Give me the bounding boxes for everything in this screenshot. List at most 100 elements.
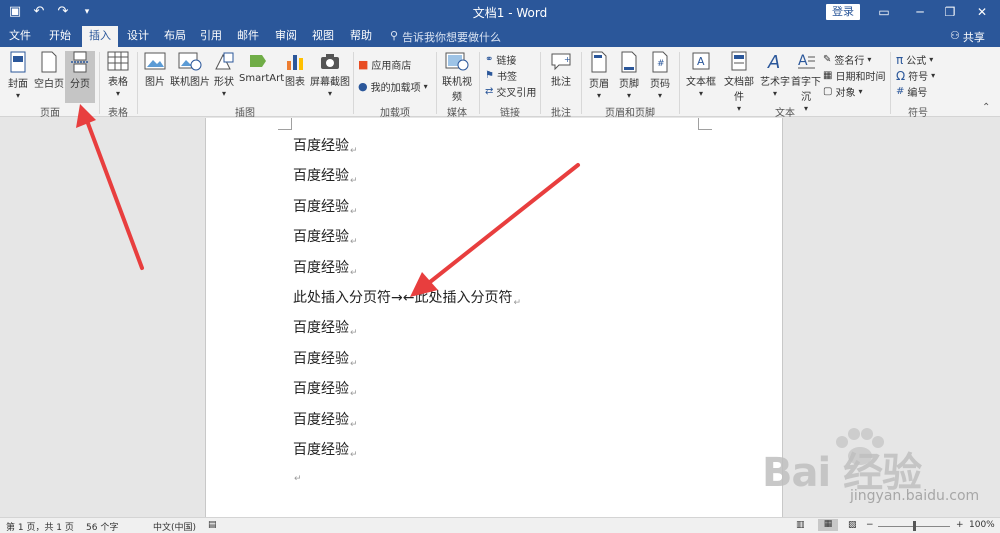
picture-icon	[144, 52, 166, 70]
wordart-button[interactable]: A 艺术字 ▾	[759, 51, 791, 103]
paragraph-mark-icon: ↵	[350, 146, 358, 156]
paragraph[interactable]: 百度经验↵	[293, 440, 358, 460]
document-title: 文档1 - Word	[472, 6, 548, 20]
cover-page-button[interactable]: 封面 ▾	[4, 51, 32, 103]
number-button[interactable]: # 编号	[896, 84, 927, 99]
chart-button[interactable]: 图表	[282, 51, 308, 103]
tab-home[interactable]: 开始	[44, 28, 76, 47]
shapes-button[interactable]: 形状 ▾	[211, 51, 237, 103]
comment-button[interactable]: + 批注	[545, 51, 577, 103]
word-count[interactable]: 56 个字	[86, 520, 118, 533]
group-label-media: 媒体	[447, 108, 467, 119]
group-label-addins: 加载项	[380, 108, 410, 119]
share-button[interactable]: ⚇ 共享	[950, 29, 985, 45]
group-separator	[479, 52, 480, 114]
ribbon-display-options-icon[interactable]: ▭	[874, 2, 894, 22]
zoom-level[interactable]: 100%	[969, 520, 995, 530]
title-bar: ▣ ↶ ↷ ▾ 文档1 - Word 登录 ▭ ─ ❐ ✕	[0, 0, 1000, 24]
online-picture-button[interactable]: 联机图片	[170, 51, 210, 103]
my-addins-button[interactable]: ● 我的加载项 ▾	[358, 79, 428, 94]
online-video-button[interactable]: 联机视频	[439, 51, 475, 103]
group-label-illustrations: 插图	[235, 108, 255, 119]
bookmark-button[interactable]: ⚑ 书签	[485, 68, 517, 83]
screenshot-button[interactable]: 屏幕截图 ▾	[310, 51, 350, 103]
login-button[interactable]: 登录	[826, 4, 860, 20]
tab-layout[interactable]: 布局	[159, 28, 191, 47]
signature-line-button[interactable]: ✎ 签名行 ▾	[823, 52, 871, 67]
picture-button[interactable]: 图片	[141, 51, 169, 103]
undo-icon[interactable]: ↶	[30, 3, 48, 21]
redo-icon[interactable]: ↷	[54, 3, 72, 21]
cross-reference-icon: ⇄	[485, 86, 494, 97]
ribbon-tab-bar: 文件 开始 插入 设计 布局 引用 邮件 审阅 视图 帮助 ⚲ 告诉我你想要做什…	[0, 24, 1000, 47]
tab-design[interactable]: 设计	[122, 28, 154, 47]
textbox-icon: A	[692, 52, 710, 70]
tab-mailings[interactable]: 邮件	[232, 28, 264, 47]
header-button[interactable]: 页眉 ▾	[585, 51, 613, 103]
cross-reference-button[interactable]: ⇄ 交叉引用	[485, 84, 536, 99]
chart-icon	[287, 55, 303, 70]
read-mode-icon[interactable]: ▥	[796, 520, 805, 530]
store-button[interactable]: ■ 应用商店	[358, 57, 411, 72]
paragraph[interactable]: 百度经验↵	[293, 197, 358, 217]
group-separator	[353, 52, 354, 114]
restore-icon[interactable]: ❐	[940, 2, 960, 22]
macro-icon[interactable]: ▤	[208, 520, 217, 530]
footer-button[interactable]: 页脚 ▾	[615, 51, 643, 103]
dropcap-button[interactable]: A 首字下沉 ▾	[791, 51, 821, 113]
group-label-tables: 表格	[108, 108, 128, 119]
page-break-icon	[71, 51, 89, 73]
collapse-ribbon-icon[interactable]: ⌃	[982, 102, 990, 113]
document-page[interactable]: 百度经验↵ 百度经验↵ 百度经验↵ 百度经验↵ 百度经验↵ 此处插入分页符→←此…	[205, 118, 783, 517]
comment-icon: +	[551, 53, 571, 71]
quick-access-toolbar: ▣ ↶ ↷ ▾	[6, 3, 96, 21]
tab-help[interactable]: 帮助	[345, 28, 377, 47]
zoom-in-icon[interactable]: +	[956, 520, 964, 530]
paragraph-page-break-hint[interactable]: 此处插入分页符→←此处插入分页符↵	[293, 288, 521, 308]
quick-parts-button[interactable]: 文档部件 ▾	[720, 51, 758, 113]
customize-qat-icon[interactable]: ▾	[78, 3, 96, 21]
tab-file[interactable]: 文件	[4, 28, 36, 47]
date-time-button[interactable]: ▦ 日期和时间	[823, 68, 885, 83]
tab-insert[interactable]: 插入	[82, 26, 118, 47]
textbox-button[interactable]: A 文本框 ▾	[683, 51, 719, 103]
paragraph-mark-icon: ↵	[350, 450, 358, 460]
empty-paragraph[interactable]: ↵	[293, 464, 302, 484]
paragraph[interactable]: 百度经验↵	[293, 318, 358, 338]
equation-button[interactable]: π 公式 ▾	[896, 52, 933, 68]
tab-review[interactable]: 审阅	[270, 28, 302, 47]
number-icon: #	[896, 86, 905, 97]
paragraph[interactable]: 百度经验↵	[293, 136, 358, 156]
paragraph-mark-icon: ↵	[350, 237, 358, 247]
table-button[interactable]: 表格 ▾	[103, 51, 133, 103]
tab-view[interactable]: 视图	[307, 28, 339, 47]
object-button[interactable]: ▢ 对象 ▾	[823, 84, 862, 99]
paragraph[interactable]: 百度经验↵	[293, 258, 358, 278]
zoom-slider-thumb[interactable]	[913, 521, 916, 531]
page-break-button[interactable]: 分页	[65, 51, 95, 103]
paragraph[interactable]: 百度经验↵	[293, 349, 358, 369]
save-icon[interactable]: ▣	[6, 3, 24, 21]
blank-page-button[interactable]: 空白页	[34, 51, 64, 103]
symbol-button[interactable]: Ω 符号 ▾	[896, 68, 935, 84]
language-indicator[interactable]: 中文(中国)	[153, 520, 196, 533]
print-layout-icon[interactable]: ▦	[818, 519, 838, 531]
minimize-icon[interactable]: ─	[910, 2, 930, 22]
tell-me-search[interactable]: ⚲ 告诉我你想要做什么	[390, 29, 501, 45]
svg-text:A: A	[697, 55, 705, 68]
shapes-icon	[215, 52, 234, 70]
cover-page-icon	[10, 51, 26, 73]
page-count[interactable]: 第 1 页，共 1 页	[6, 520, 74, 533]
tab-references[interactable]: 引用	[195, 28, 227, 47]
web-layout-icon[interactable]: ▧	[848, 520, 857, 530]
zoom-out-icon[interactable]: −	[866, 520, 874, 530]
close-icon[interactable]: ✕	[972, 2, 992, 22]
paragraph[interactable]: 百度经验↵	[293, 166, 358, 186]
paragraph[interactable]: 百度经验↵	[293, 410, 358, 430]
paragraph[interactable]: 百度经验↵	[293, 379, 358, 399]
page-number-button[interactable]: # 页码 ▾	[645, 51, 675, 103]
signature-icon: ✎	[823, 54, 832, 65]
link-button[interactable]: ⚭ 链接	[485, 52, 516, 67]
smartart-button[interactable]: SmartArt	[239, 51, 284, 103]
paragraph[interactable]: 百度经验↵	[293, 227, 358, 247]
